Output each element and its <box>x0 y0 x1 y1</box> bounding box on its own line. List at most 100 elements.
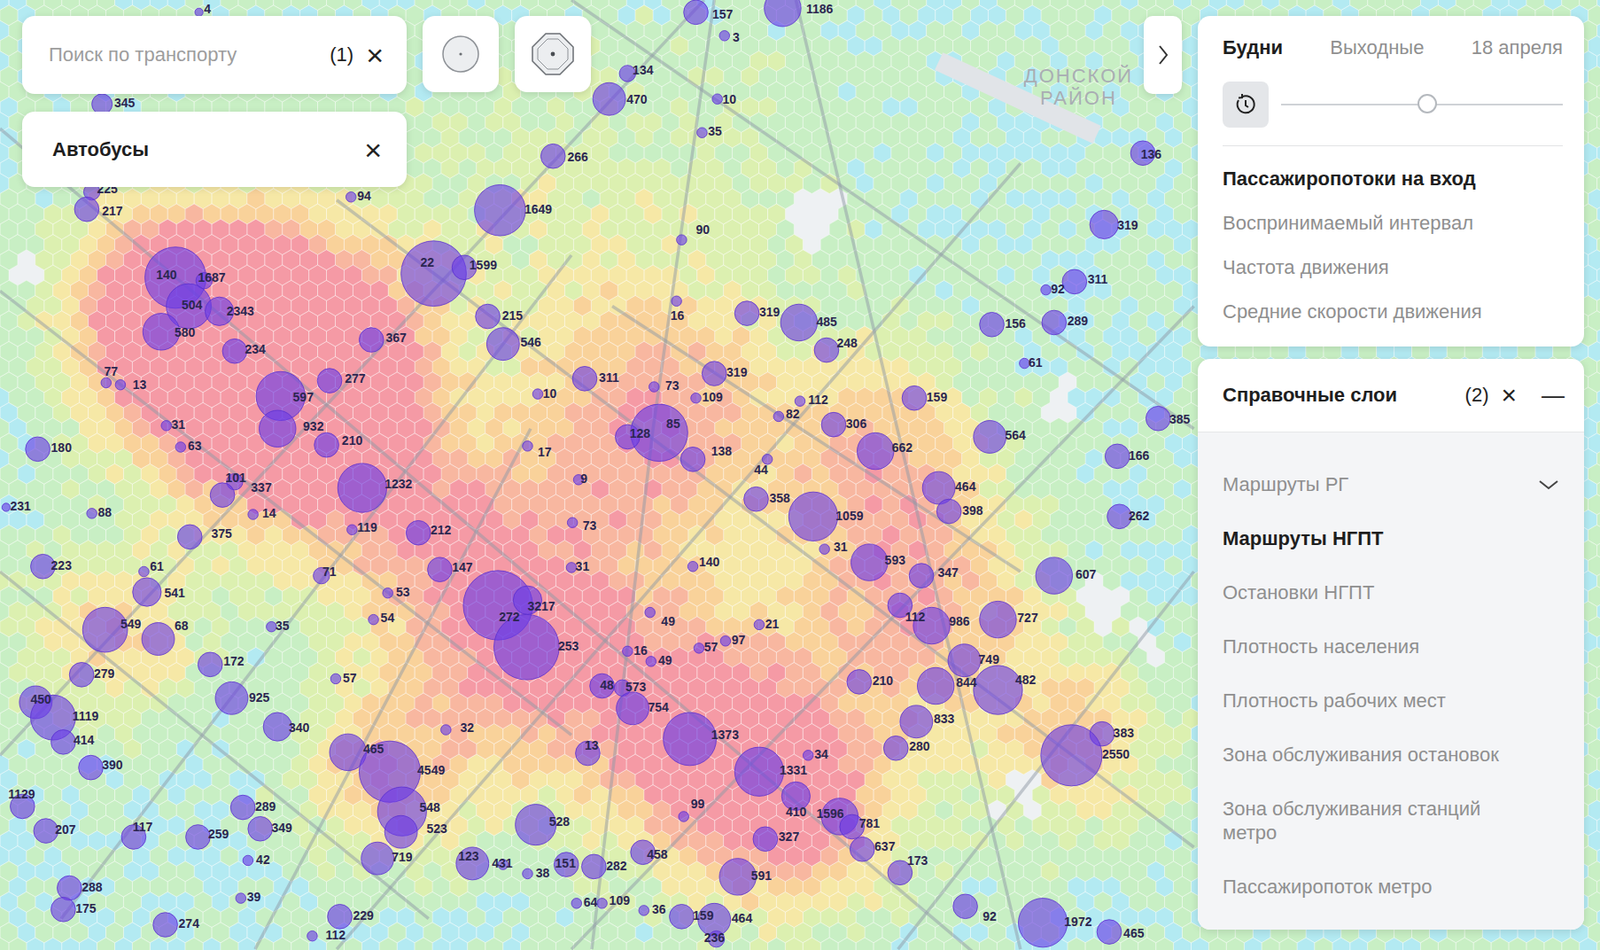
stop-marker[interactable] <box>693 643 705 654</box>
stop-marker[interactable] <box>441 724 452 736</box>
stop-marker[interactable] <box>139 566 150 577</box>
stop-marker[interactable] <box>215 681 249 715</box>
stop-marker[interactable] <box>901 385 927 411</box>
slider-thumb[interactable] <box>1417 93 1437 114</box>
search-box[interactable]: (1)× <box>22 15 407 94</box>
layer-item[interactable]: Зона обслуживания остановок <box>1197 727 1585 782</box>
stop-marker[interactable] <box>86 508 98 520</box>
stop-marker[interactable] <box>263 712 292 741</box>
stop-marker[interactable] <box>1062 269 1088 295</box>
stop-marker[interactable] <box>493 613 560 680</box>
stop-marker[interactable] <box>78 754 104 780</box>
stop-marker[interactable] <box>764 0 801 27</box>
stop-marker[interactable] <box>697 127 708 139</box>
stop-marker[interactable] <box>851 543 888 581</box>
stop-marker[interactable] <box>597 898 608 909</box>
filter-chip[interactable]: Автобусы× <box>22 111 407 187</box>
layer-item[interactable]: Маршруты НГПТ <box>1197 511 1585 566</box>
stop-marker[interactable] <box>582 854 607 879</box>
stop-marker[interactable] <box>242 854 254 866</box>
stop-marker[interactable] <box>676 234 688 246</box>
layer-item[interactable]: Плотность населения <box>1197 619 1585 674</box>
stop-marker[interactable] <box>669 903 695 929</box>
stop-marker[interactable] <box>719 31 731 42</box>
stop-marker[interactable] <box>780 303 817 341</box>
stop-marker[interactable] <box>680 446 706 472</box>
stop-marker[interactable] <box>486 327 520 361</box>
day-tab[interactable]: Выходные <box>1329 35 1424 61</box>
point-mode-button[interactable] <box>422 15 499 93</box>
hex-mode-button[interactable] <box>514 15 591 93</box>
stop-marker[interactable] <box>51 730 77 755</box>
stop-marker[interactable] <box>819 543 831 555</box>
transport-map[interactable]: ДОНСКОЙРАЙОН4345225217157118631344701035… <box>0 0 1600 950</box>
stop-marker[interactable] <box>592 82 626 116</box>
stop-marker[interactable] <box>794 396 806 407</box>
stop-marker[interactable] <box>522 441 534 452</box>
stop-marker[interactable] <box>368 613 380 625</box>
stop-marker[interactable] <box>307 930 319 941</box>
stop-marker[interactable] <box>1089 209 1119 239</box>
stop-marker[interactable] <box>979 311 1005 337</box>
stop-marker[interactable] <box>953 893 979 919</box>
stop-marker[interactable] <box>69 662 94 688</box>
stop-marker[interactable] <box>100 377 112 389</box>
chip-remove-button[interactable]: × <box>360 134 386 165</box>
stop-marker[interactable] <box>358 327 384 353</box>
stop-markers[interactable] <box>1 0 1171 948</box>
stop-marker[interactable] <box>1096 919 1122 945</box>
stop-marker[interactable] <box>1035 557 1072 594</box>
stop-marker[interactable] <box>347 524 358 536</box>
layer-item[interactable]: Зона обслуживания станций метро <box>1197 781 1585 860</box>
stop-marker[interactable] <box>720 636 731 647</box>
stop-marker[interactable] <box>532 388 544 400</box>
stop-marker[interactable] <box>900 705 933 738</box>
stop-marker[interactable] <box>701 361 727 387</box>
layer-item[interactable]: Остановки НГПТ <box>1197 565 1585 620</box>
stop-marker[interactable] <box>753 619 765 630</box>
stop-marker[interactable] <box>616 691 650 725</box>
stop-marker[interactable] <box>1 503 10 512</box>
stop-marker[interactable] <box>663 712 717 766</box>
stop-marker[interactable] <box>671 295 683 307</box>
stop-marker[interactable] <box>691 392 702 404</box>
stop-marker[interactable] <box>788 491 838 541</box>
search-input[interactable] <box>46 42 321 68</box>
stop-marker[interactable] <box>230 794 256 820</box>
stop-marker[interactable] <box>773 411 785 422</box>
layers-clear-button[interactable]: × <box>1497 381 1521 409</box>
panel-toggle-button[interactable] <box>1143 15 1182 94</box>
stop-marker[interactable] <box>1041 310 1067 335</box>
stop-marker[interactable] <box>678 811 690 823</box>
stop-marker[interactable] <box>161 420 172 432</box>
stop-marker[interactable] <box>645 656 657 668</box>
stop-marker[interactable] <box>734 301 760 327</box>
metric-item[interactable]: Средние скорости движения <box>1222 289 1563 334</box>
stop-marker[interactable] <box>235 893 247 904</box>
time-slider[interactable] <box>1281 103 1563 106</box>
stop-marker[interactable] <box>74 196 100 222</box>
stop-marker[interactable] <box>883 735 909 761</box>
stop-marker[interactable] <box>522 868 534 879</box>
stop-marker[interactable] <box>572 365 598 391</box>
day-tab[interactable]: Будни <box>1222 35 1283 61</box>
day-tab[interactable]: 18 апреля <box>1471 35 1563 61</box>
stop-marker[interactable] <box>753 826 778 852</box>
stop-marker[interactable] <box>908 563 934 589</box>
stop-marker[interactable] <box>566 517 578 529</box>
stop-marker[interactable] <box>638 905 650 917</box>
stop-marker[interactable] <box>857 432 894 469</box>
stop-marker[interactable] <box>197 652 223 677</box>
stop-marker[interactable] <box>683 0 709 25</box>
stop-marker[interactable] <box>734 746 784 796</box>
layer-item[interactable]: Плотность рабочих мест <box>1197 673 1585 728</box>
metric-item[interactable]: Воспринимаемый интервал <box>1222 201 1563 246</box>
stop-marker[interactable] <box>849 836 875 862</box>
stop-marker[interactable] <box>153 912 179 938</box>
layer-item[interactable]: Пассажиропоток метро <box>1197 859 1585 914</box>
stop-marker[interactable] <box>540 143 566 169</box>
stop-marker[interactable] <box>115 379 126 390</box>
stop-marker[interactable] <box>1040 724 1103 786</box>
stop-marker[interactable] <box>175 442 187 453</box>
stop-marker[interactable] <box>649 381 661 393</box>
